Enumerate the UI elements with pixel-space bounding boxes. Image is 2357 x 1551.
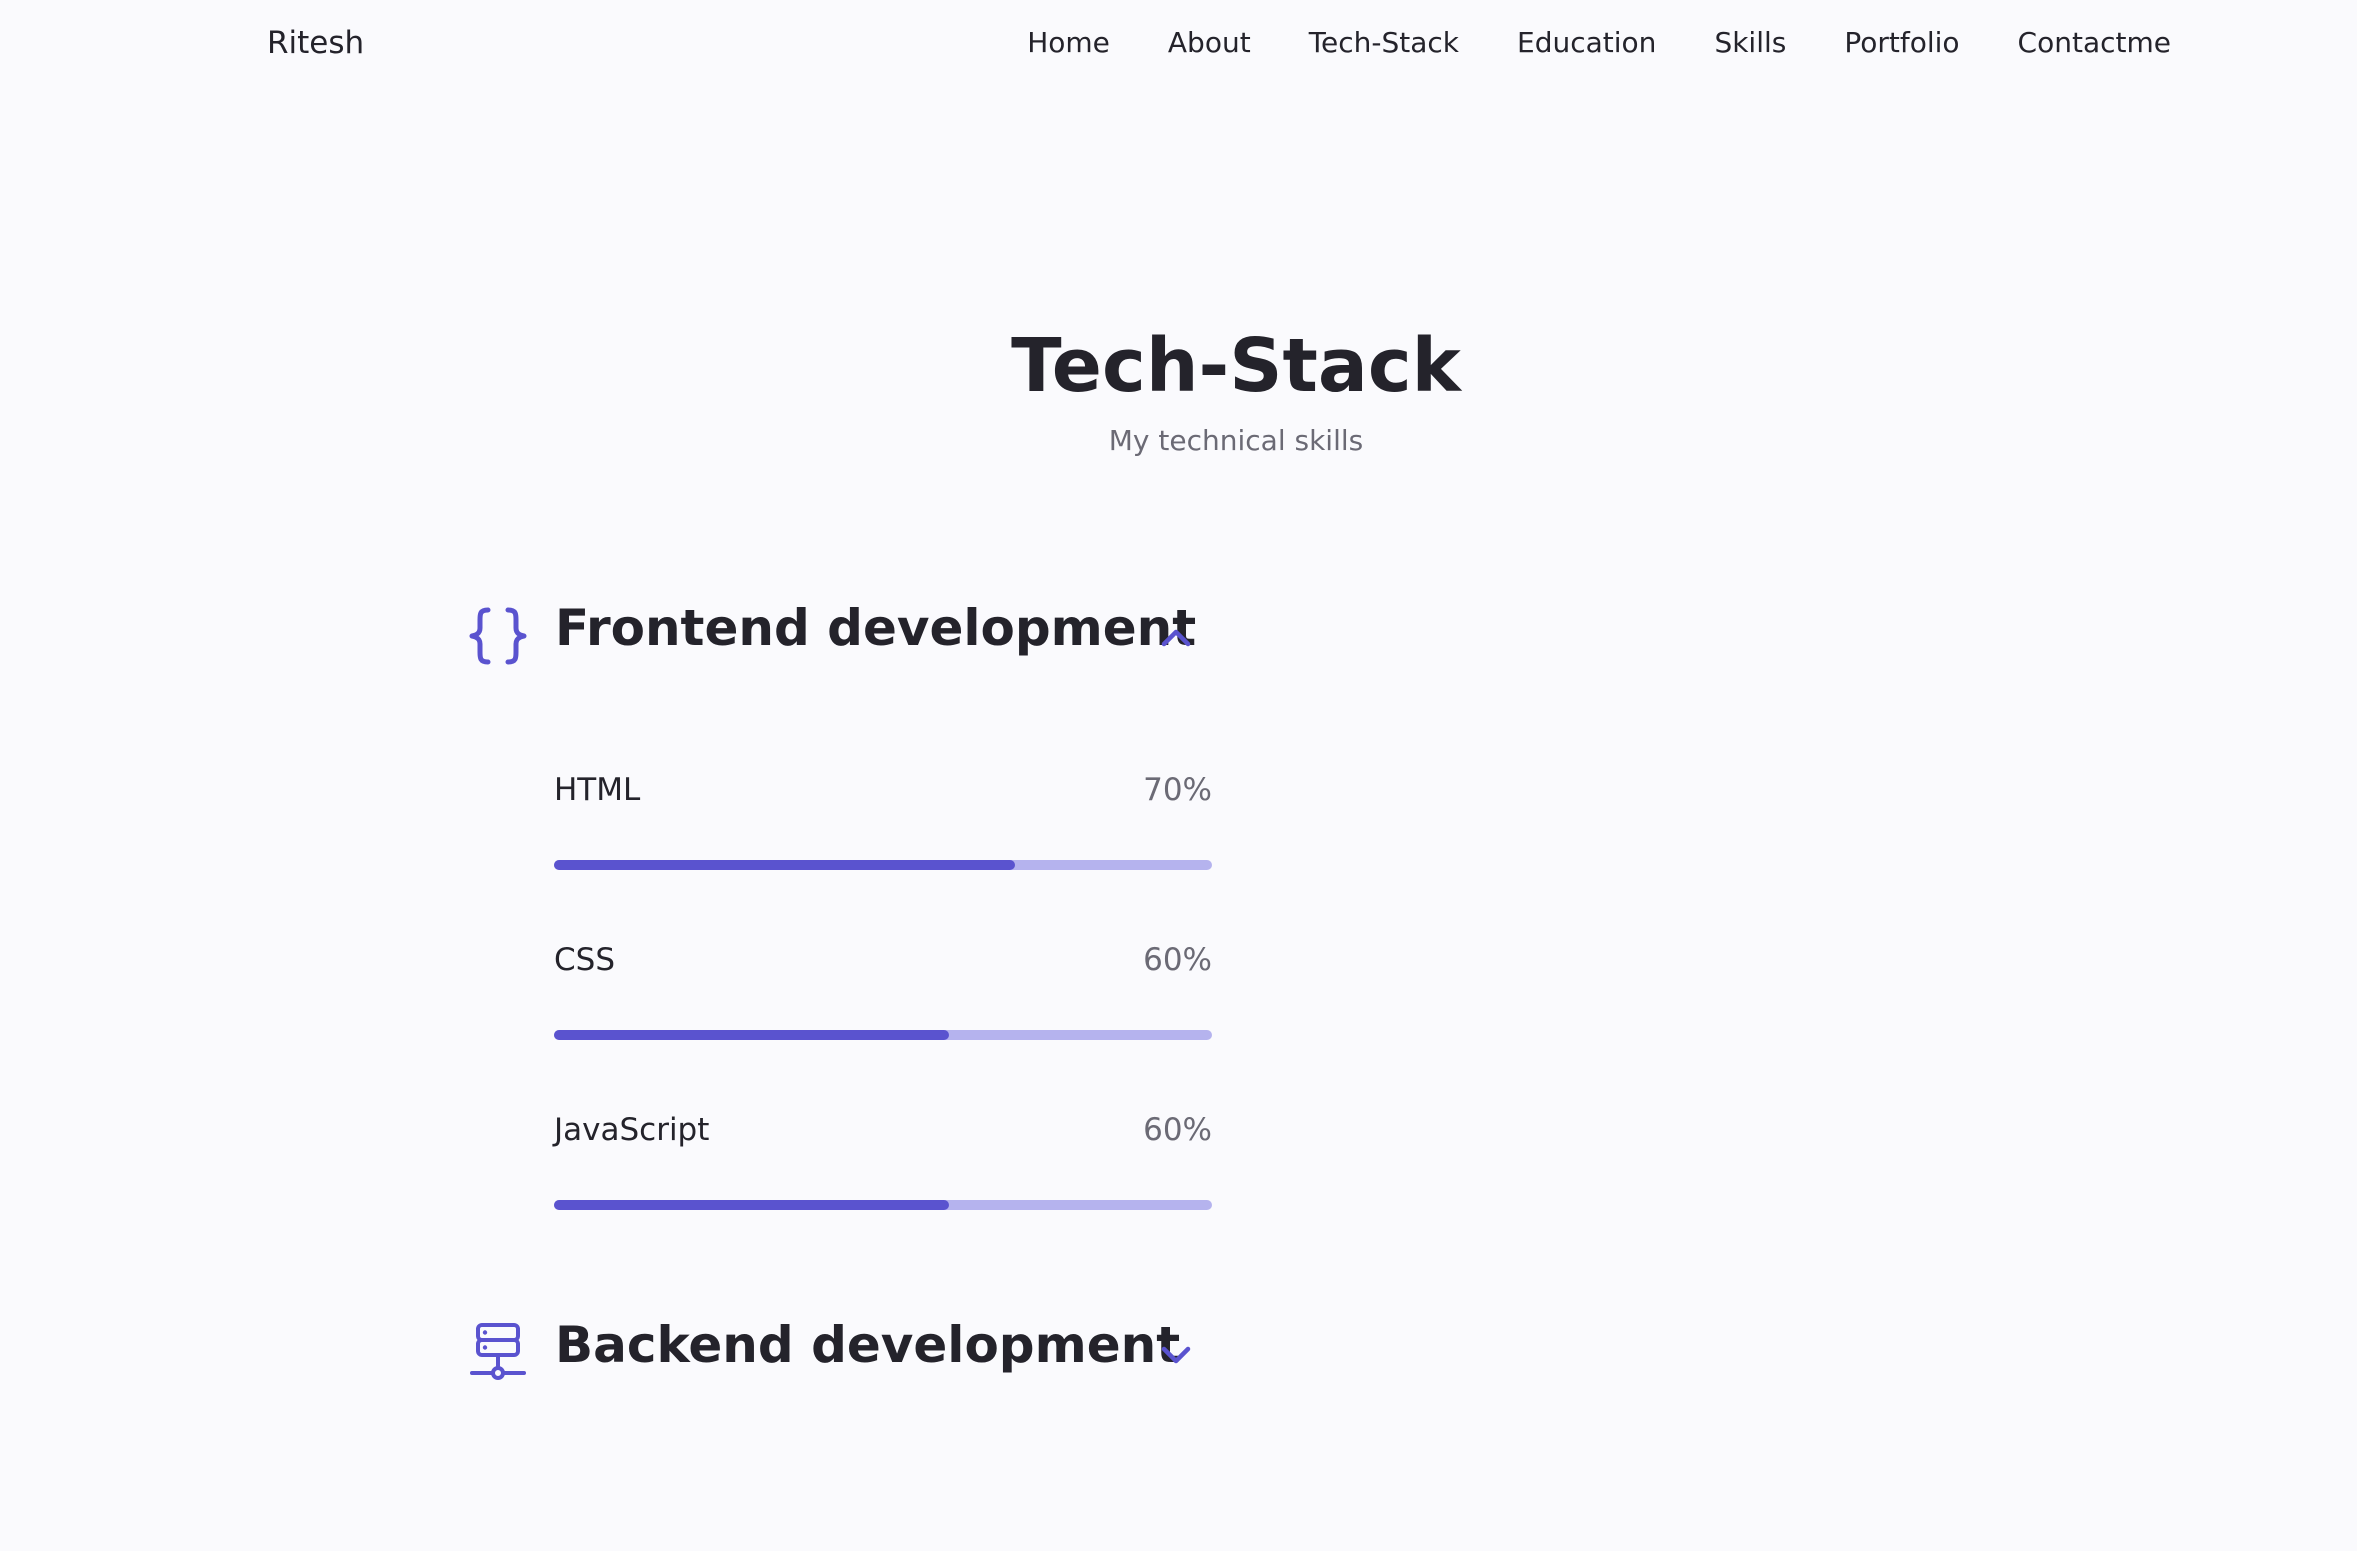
skill-item: CSS 60%: [554, 938, 1212, 1078]
skill-item: HTML 70%: [554, 768, 1212, 908]
section-subtitle: My technical skills: [1108, 424, 1364, 457]
nav-link-home[interactable]: Home: [1027, 21, 1110, 65]
top-nav: Ritesh Home About Tech-Stack Education S…: [0, 0, 2357, 84]
frontend-group-title: Frontend development: [555, 599, 1197, 657]
backend-group-title: Backend development: [555, 1316, 1181, 1374]
skill-percent: 60%: [1143, 942, 1212, 978]
skill-name: HTML: [554, 772, 641, 808]
braces-icon: [466, 604, 530, 668]
skill-progress-bar: [554, 1030, 1212, 1040]
nav-link-education[interactable]: Education: [1517, 21, 1656, 65]
backend-group-header[interactable]: Backend development: [466, 1307, 1218, 1387]
chevron-down-icon[interactable]: [1158, 1337, 1194, 1373]
frontend-group-header[interactable]: Frontend development: [466, 590, 1218, 670]
nav-link-about[interactable]: About: [1168, 21, 1251, 65]
skill-name: JavaScript: [554, 1112, 710, 1148]
skill-progress-bar: [554, 860, 1212, 870]
nav-link-skills[interactable]: Skills: [1714, 21, 1786, 65]
skill-percent: 60%: [1143, 1112, 1212, 1148]
nav-link-tech-stack[interactable]: Tech-Stack: [1309, 21, 1459, 65]
nav-link-portfolio[interactable]: Portfolio: [1844, 21, 1959, 65]
skill-progress-fill: [554, 1200, 949, 1210]
nav-links: Home About Tech-Stack Education Skills P…: [1027, 21, 2171, 65]
chevron-up-icon[interactable]: [1158, 620, 1194, 656]
skill-progress-fill: [554, 1030, 949, 1040]
skill-name: CSS: [554, 942, 616, 978]
skill-progress-bar: [554, 1200, 1212, 1210]
server-icon: [466, 1321, 530, 1385]
skill-progress-fill: [554, 860, 1015, 870]
skill-item: JavaScript 60%: [554, 1108, 1212, 1248]
brand-logo[interactable]: Ritesh: [267, 21, 364, 65]
skill-percent: 70%: [1143, 772, 1212, 808]
nav-link-contactme[interactable]: Contactme: [2018, 21, 2171, 65]
section-title: Tech-Stack: [1011, 323, 1461, 409]
